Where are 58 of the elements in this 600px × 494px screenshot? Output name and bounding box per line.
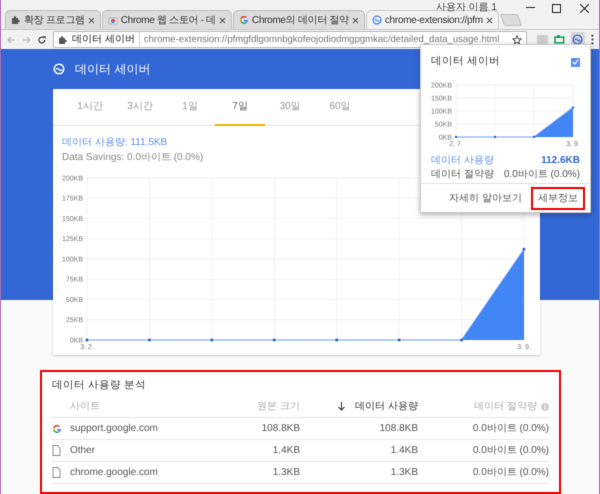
star-icon[interactable]: [512, 34, 522, 45]
data-saved-cell-text: 0.0바이트 (0.0%): [472, 422, 549, 436]
column-header[interactable]: 데이터 사용량: [355, 399, 418, 414]
url-text: chrome-extension://pfmgfdlgomnbgkofeojodiodmgpgmkac/detailed_data_usage.html: [144, 32, 500, 47]
data-saved-cell-text: 0.0바이트 (0.0%): [472, 444, 549, 458]
tab-title: chrome-extension://pfm: [384, 14, 483, 28]
file-icon: [52, 467, 61, 478]
original-size-cell-text: 1.4KB: [272, 444, 300, 458]
data-saver-icon: [53, 63, 65, 75]
google-icon: [52, 424, 62, 434]
puzzle-icon: [11, 15, 21, 26]
data-saver-icon: [572, 34, 584, 46]
browser-tab[interactable]: 확장 프로그램: [5, 10, 101, 30]
site-cell-text: chrome.google.com: [70, 466, 159, 480]
menu-icon[interactable]: [591, 34, 594, 46]
savings-label: 데이터 절약량: [431, 168, 494, 181]
data-used-cell-text: 1.4KB: [390, 444, 418, 458]
address-bar[interactable]: 데이터 세이버 chrome-extension://pfmgfdlgomnbgkofeojodiodmgpgmkac/detailed_data_usage.html: [53, 31, 528, 48]
browser-tab[interactable]: Chrome 웹 스토어 - 데: [102, 10, 232, 30]
close-icon[interactable]: [218, 16, 226, 24]
close-icon[interactable]: [88, 16, 95, 24]
tab-title: 확장 프로그램: [24, 14, 85, 28]
popup-title: 데이터 세이버: [431, 54, 500, 70]
google-icon: [238, 15, 249, 26]
close-icon[interactable]: [486, 16, 493, 24]
usage-summary: 데이터 사용량: 111.5KB: [62, 137, 168, 149]
data-used-cell-text: 108.8KB: [378, 422, 418, 436]
section-title: 데이터 사용량 분석: [52, 378, 147, 392]
enable-checkbox[interactable]: [571, 58, 580, 66]
savings-summary: Data Savings: 0.0바이트 (0.0%): [62, 152, 204, 164]
site-cell-text: Other: [70, 444, 96, 458]
original-size-cell-text: 1.3KB: [272, 466, 300, 480]
browser-tab[interactable]: chrome-extension://pfm: [366, 10, 499, 30]
savings-value: 0.0바이트 (0.0%): [504, 168, 580, 181]
tab-title: Chrome의 데이터 절약: [252, 14, 349, 28]
range-tab[interactable]: 7일: [215, 89, 265, 126]
file-icon: [52, 445, 61, 456]
column-header: 사이트: [70, 400, 101, 414]
column-header: 원본 크기: [256, 400, 300, 414]
column-header: 데이터 절약량: [474, 400, 537, 414]
reload-icon[interactable]: [37, 34, 48, 45]
site-cell-text: support.google.com: [70, 422, 159, 436]
data-saver-icon: [372, 15, 382, 26]
data-used-cell-text: 1.3KB: [390, 466, 418, 480]
original-size-cell-text: 108.8KB: [260, 422, 300, 436]
close-icon[interactable]: [352, 16, 359, 24]
learn-more-link[interactable]: 자세히 알아보기: [446, 188, 525, 208]
extension-icon[interactable]: [554, 35, 564, 44]
page-title: 데이터 세이버: [75, 61, 150, 78]
tab-title: Chrome 웹 스토어 - 데: [120, 14, 216, 28]
sort-arrow-icon[interactable]: [338, 402, 346, 411]
details-link[interactable]: 세부정보: [531, 186, 585, 210]
usage-label: 데이터 사용량: [431, 154, 494, 167]
usage-value: 112.6KB: [541, 154, 580, 167]
page-chip: 데이터 세이버: [72, 32, 140, 48]
browser-tab[interactable]: Chrome의 데이터 절약: [232, 10, 365, 30]
puzzle-icon: [58, 34, 68, 45]
data-saved-cell-text: 0.0바이트 (0.0%): [472, 466, 549, 480]
